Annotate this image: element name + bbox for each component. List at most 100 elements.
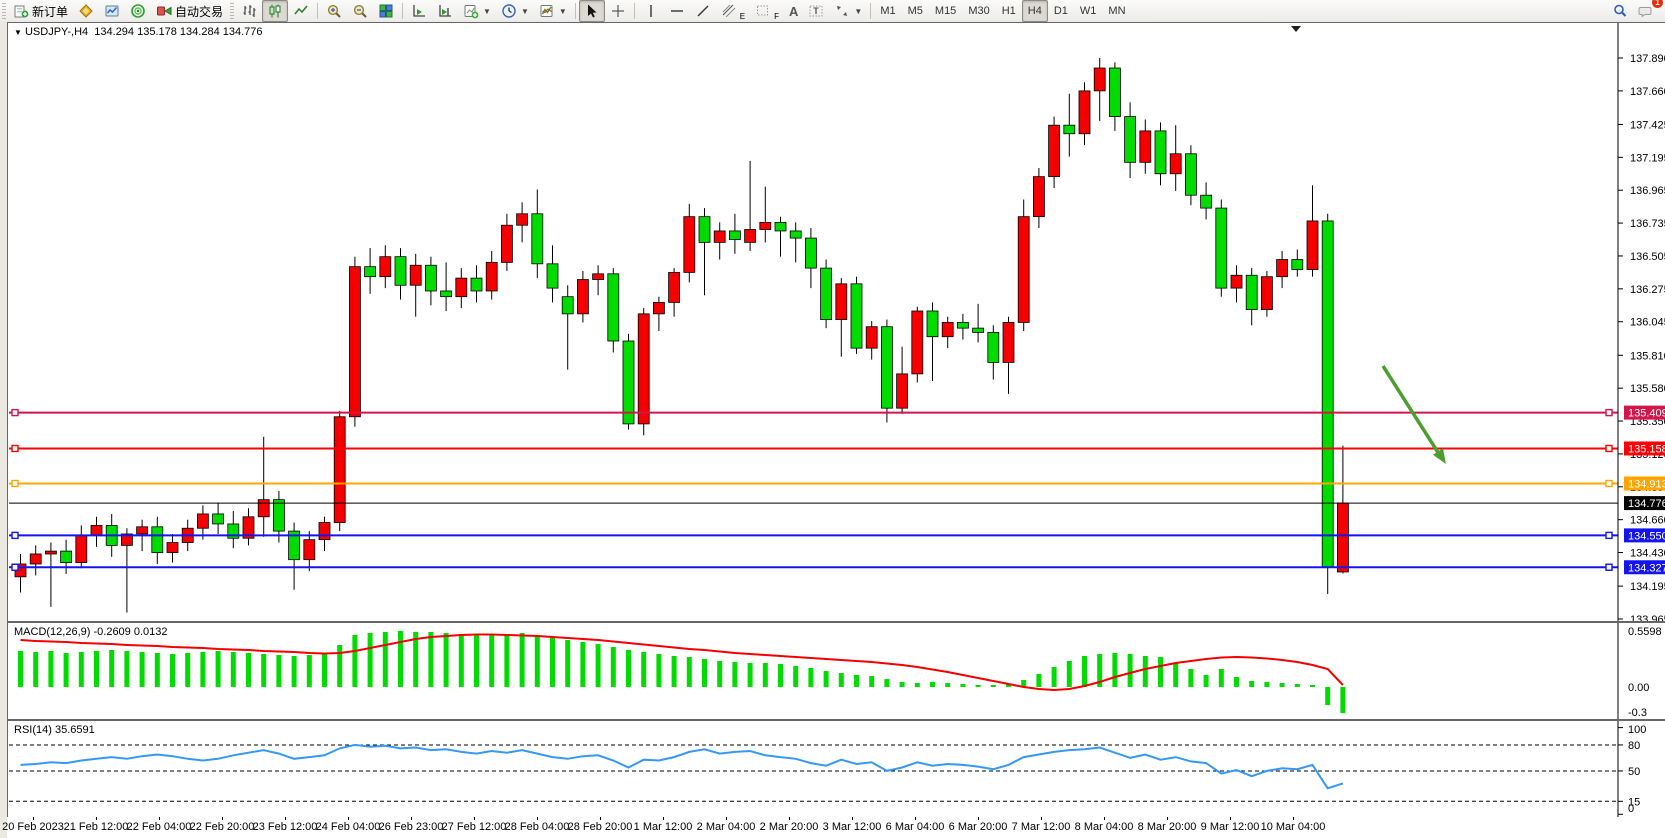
new-order-button[interactable]: 新订单 [8, 0, 73, 22]
price-line-handle[interactable] [1606, 564, 1612, 570]
toolbar-grip[interactable] [230, 3, 234, 19]
cursor-tool-button[interactable] [579, 0, 605, 22]
timeframe-m30[interactable]: M30 [962, 0, 995, 22]
step-forward-button[interactable] [432, 0, 458, 22]
candle-body [1109, 68, 1120, 117]
notification-badge: 1 [1652, 0, 1663, 8]
price-line-handle[interactable] [1606, 445, 1612, 451]
timeframe-m1[interactable]: M1 [874, 0, 901, 22]
candle-chart-mode-button[interactable] [262, 0, 288, 22]
macd-panel[interactable]: MACD(12,26,9) -0.2609 0.0132 0.55980.00-… [7, 622, 1665, 720]
macd-histogram-bar [1340, 687, 1345, 713]
market-watch-button[interactable] [99, 0, 125, 22]
horizontal-line-icon [669, 3, 685, 19]
macd-histogram-bar [383, 632, 388, 687]
signals-button[interactable] [125, 0, 151, 22]
price-axis-label: 136.275 [1630, 284, 1665, 296]
price-line-handle[interactable] [1606, 410, 1612, 416]
macd-histogram-bar [717, 661, 722, 687]
vertical-line-icon [643, 3, 659, 19]
price-axis-label: 134.195 [1630, 581, 1665, 593]
indicators-button[interactable]: ▼ [534, 0, 572, 22]
time-axis-tick [159, 817, 160, 820]
autotrade-button[interactable]: 自动交易 [151, 0, 228, 22]
fibonacci-label: E [740, 12, 745, 21]
time-axis-tick [1293, 817, 1294, 820]
history-center-button[interactable] [73, 0, 99, 22]
step-back-button[interactable] [406, 0, 432, 22]
timeframe-w1[interactable]: W1 [1074, 0, 1103, 22]
time-axis-label: 7 Mar 12:00 [1012, 821, 1071, 833]
rsi-title: RSI(14) [14, 724, 52, 736]
timeframe-h4[interactable]: H4 [1022, 0, 1048, 22]
timeframe-d1[interactable]: D1 [1048, 0, 1074, 22]
time-axis-tick [726, 817, 727, 820]
timeframe-h1[interactable]: H1 [996, 0, 1022, 22]
macd-histogram-bar [1234, 677, 1239, 687]
search-button[interactable] [1607, 0, 1633, 22]
fibonacci-tool-button[interactable]: E [716, 0, 750, 22]
time-axis-label: 6 Mar 20:00 [949, 821, 1008, 833]
price-axis-label: 135.810 [1630, 350, 1665, 362]
arrows-tool-button[interactable]: ▼ [829, 0, 867, 22]
candle-body [532, 214, 543, 264]
candle-body [851, 284, 862, 348]
price-line-handle[interactable] [12, 410, 18, 416]
collapse-triangle-icon[interactable]: ▼ [14, 28, 22, 37]
rsi-scale-label: 50 [1628, 766, 1640, 778]
timeframe-mn[interactable]: MN [1102, 0, 1131, 22]
time-axis-label: 20 Feb 2023 [2, 821, 64, 833]
macd-histogram-bar [808, 668, 813, 687]
price-line-handle[interactable] [1606, 481, 1612, 487]
price-line-handle[interactable] [1606, 532, 1612, 538]
price-line-handle[interactable] [12, 481, 18, 487]
horizontal-line-tool-button[interactable] [664, 0, 690, 22]
periods-button[interactable]: ▼ [496, 0, 534, 22]
toolbar-grip[interactable] [2, 3, 6, 19]
main-chart-panel[interactable]: ▼ USDJPY-,H4 134.294 135.178 134.284 134… [7, 22, 1665, 622]
chart-shift-marker-icon[interactable] [1291, 26, 1301, 32]
current-price-tag-value: 134.776 [1628, 498, 1665, 510]
tile-windows-button[interactable] [373, 0, 399, 22]
candle-body [988, 332, 999, 362]
vertical-line-tool-button[interactable] [638, 0, 664, 22]
text-tool-button[interactable]: A [784, 0, 803, 22]
time-axis-tick [600, 817, 601, 820]
candlestick-chart[interactable]: 137.890137.660137.425137.195136.965136.7… [8, 23, 1665, 621]
zoom-in-button[interactable] [321, 0, 347, 22]
grid-tool-button[interactable]: F [750, 0, 784, 22]
line-chart-mode-button[interactable] [288, 0, 314, 22]
crosshair-tool-button[interactable] [605, 0, 631, 22]
chart-symbol-period: USDJPY-,H4 [25, 26, 88, 38]
time-axis-label: 6 Mar 04:00 [886, 821, 945, 833]
new-chart-button[interactable]: ▼ [458, 0, 496, 22]
macd-histogram-bar [1143, 656, 1148, 687]
macd-histogram-bar [155, 653, 160, 687]
price-line-tag-value: 134.327 [1628, 562, 1665, 574]
annotation-arrow[interactable] [1383, 366, 1439, 454]
macd-histogram-bar [824, 671, 829, 687]
macd-histogram-bar [124, 651, 129, 687]
text-label-tool-button[interactable]: T [803, 0, 829, 22]
zoom-out-icon [352, 3, 368, 19]
bar-chart-mode-button[interactable] [236, 0, 262, 22]
price-line-handle[interactable] [12, 532, 18, 538]
rsi-panel[interactable]: RSI(14) 35.6591 1008050150 [7, 720, 1665, 818]
zoom-out-button[interactable] [347, 0, 373, 22]
bar-chart-icon [241, 3, 257, 19]
notifications-button[interactable]: 1 [1633, 0, 1659, 22]
search-icon [1612, 3, 1628, 19]
trendline-tool-button[interactable] [690, 0, 716, 22]
rsi-scale-label: 80 [1628, 740, 1640, 752]
candle-body [1307, 221, 1318, 270]
timeframe-m5[interactable]: M5 [902, 0, 929, 22]
candle-body [76, 535, 87, 562]
price-line-handle[interactable] [12, 564, 18, 570]
macd-values: -0.2609 0.0132 [93, 626, 167, 638]
candle-body [821, 268, 832, 319]
time-axis[interactable]: 20 Feb 202321 Feb 12:0022 Feb 04:0022 Fe… [7, 817, 1665, 838]
timeframe-m15[interactable]: M15 [929, 0, 962, 22]
price-line-handle[interactable] [12, 445, 18, 451]
candle-body [395, 257, 406, 286]
candle-body [1261, 277, 1272, 310]
